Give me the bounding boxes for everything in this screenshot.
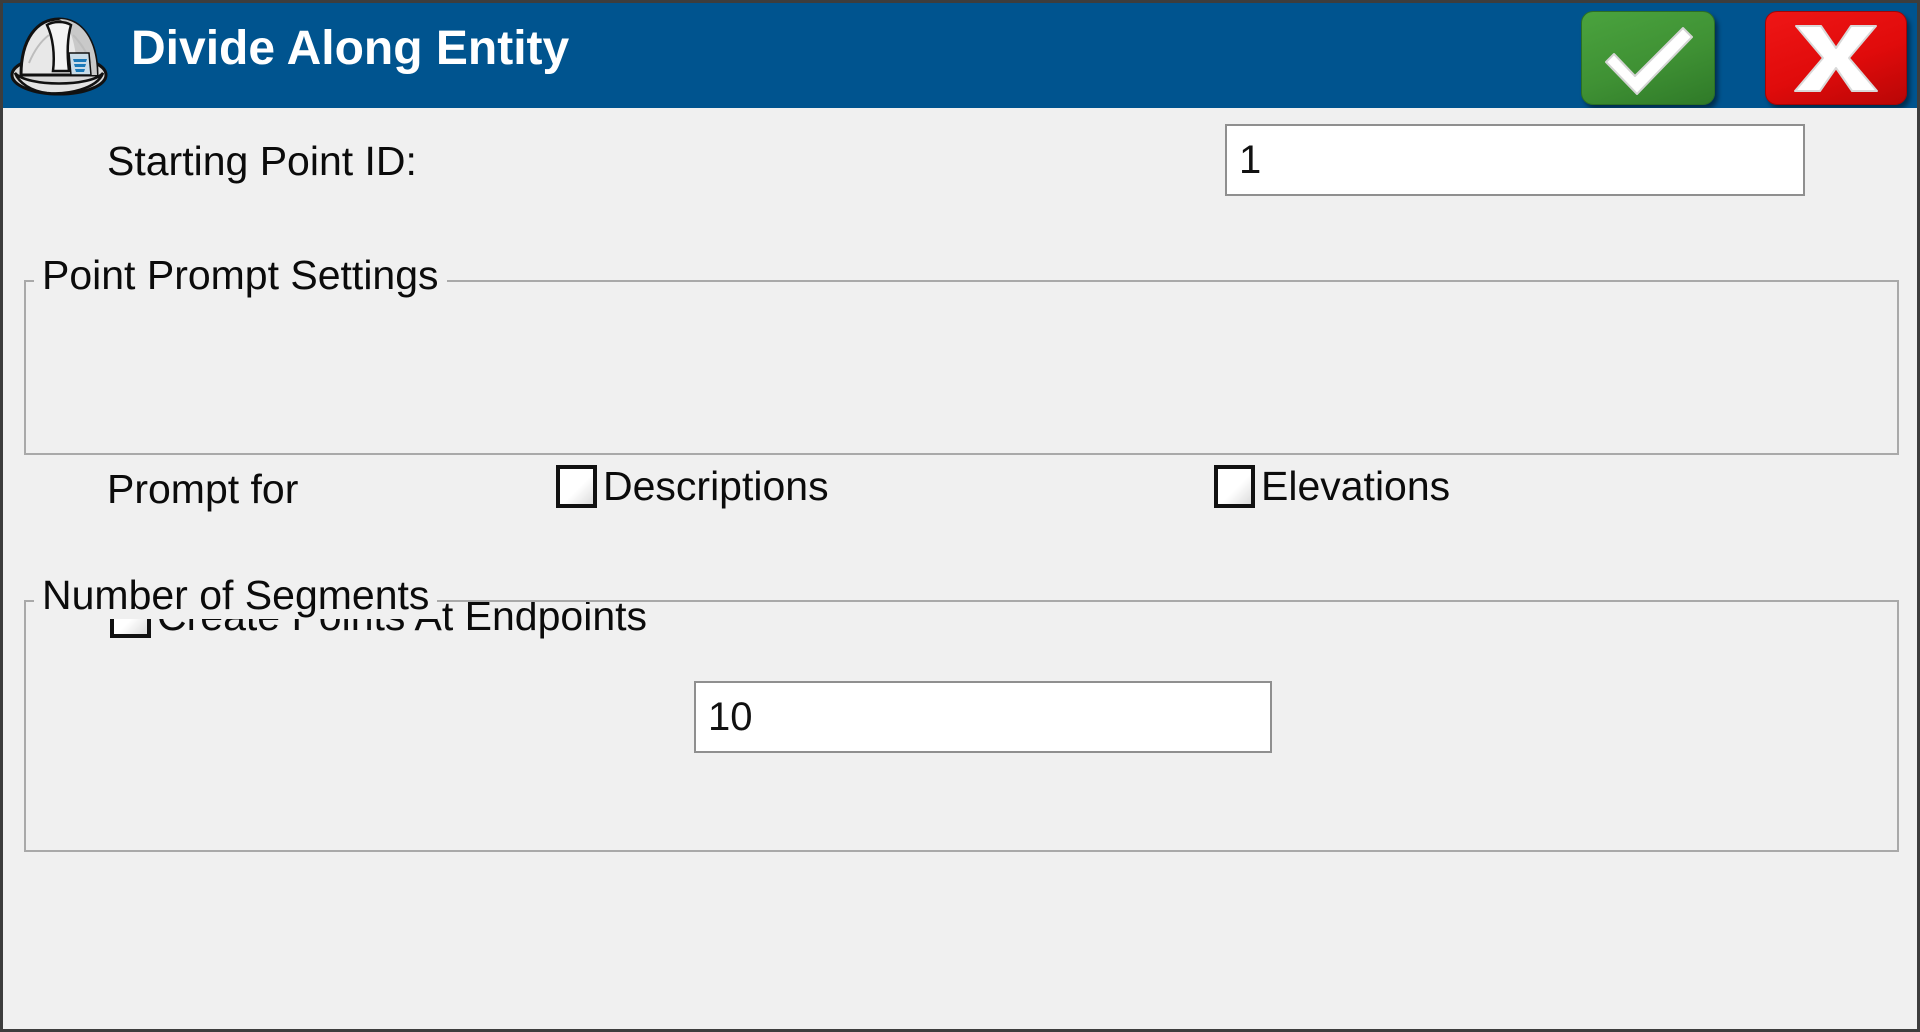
- checkmark-icon: [1605, 27, 1693, 95]
- hard-hat-icon: [7, 5, 111, 105]
- starting-point-id-label: Starting Point ID:: [107, 138, 417, 184]
- starting-point-id-input[interactable]: [1225, 124, 1805, 196]
- point-prompt-settings-legend: Point Prompt Settings: [34, 252, 447, 299]
- page-title: Divide Along Entity: [131, 22, 570, 75]
- dialog-body: Starting Point ID: Point Prompt Settings…: [3, 108, 1917, 1029]
- x-icon: [1794, 25, 1878, 92]
- prompt-for-label: Prompt for: [107, 466, 299, 512]
- checkbox-label-elevations: Elevations: [1261, 463, 1451, 509]
- checkbox-elevations[interactable]: Elevations: [1214, 463, 1450, 510]
- checkbox-descriptions[interactable]: Descriptions: [556, 463, 829, 510]
- checkbox-label-descriptions: Descriptions: [603, 463, 829, 509]
- number-of-segments-input[interactable]: [694, 681, 1272, 753]
- divide-along-entity-dialog: Divide Along Entity Starting Point ID: P…: [0, 0, 1920, 1032]
- title-bar: Divide Along Entity: [3, 3, 1917, 108]
- number-of-segments-group: Number of Segments: [24, 572, 1899, 852]
- ok-button[interactable]: [1581, 11, 1715, 105]
- cancel-button[interactable]: [1765, 11, 1907, 105]
- checkbox-box-descriptions[interactable]: [556, 465, 597, 508]
- point-prompt-settings-group: Point Prompt Settings: [24, 252, 1899, 455]
- number-of-segments-legend: Number of Segments: [34, 572, 438, 619]
- checkbox-box-elevations[interactable]: [1214, 465, 1255, 508]
